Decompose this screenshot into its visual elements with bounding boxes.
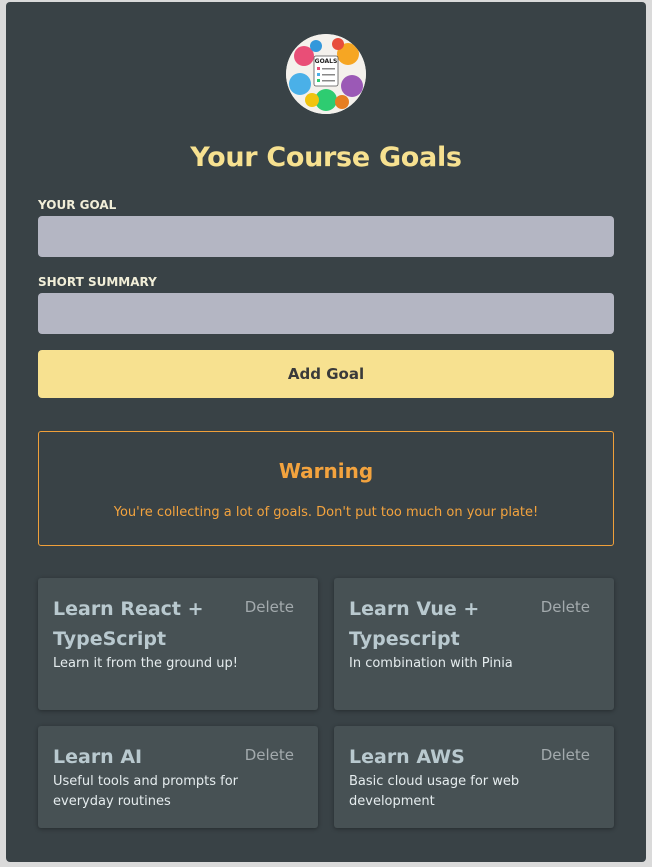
svg-text:GOALS: GOALS [315, 58, 338, 65]
add-goal-button[interactable]: Add Goal [38, 350, 614, 398]
goal-card: Learn React + TypeScript Delete Learn it… [38, 578, 318, 710]
goal-input[interactable] [38, 216, 614, 257]
goal-summary: In combination with Pinia [349, 656, 513, 671]
delete-goal-button[interactable]: Delete [245, 598, 294, 616]
summary-field-label: SHORT SUMMARY [38, 275, 157, 289]
summary-input[interactable] [38, 293, 614, 334]
delete-goal-button[interactable]: Delete [541, 598, 590, 616]
goal-title: Learn AI [53, 746, 143, 768]
goal-field-label: YOUR GOAL [38, 198, 117, 212]
goal-title: Learn AWS [349, 746, 465, 768]
goal-card: Learn AI Delete Useful tools and prompts… [38, 726, 318, 828]
goal-summary: Learn it from the ground up! [53, 656, 238, 671]
goal-card: Learn AWS Delete Basic cloud usage for w… [334, 726, 614, 828]
goal-card: Learn Vue + Typescript Delete In combina… [334, 578, 614, 710]
delete-goal-button[interactable]: Delete [245, 746, 294, 764]
goal-summary: Basic cloud usage for web development [349, 774, 520, 809]
goal-title: Learn Vue + Typescript [349, 598, 480, 650]
warning-box: Warning You're collecting a lot of goals… [38, 431, 614, 546]
delete-goal-button[interactable]: Delete [541, 746, 590, 764]
goal-title: Learn React + TypeScript [53, 598, 204, 650]
warning-title: Warning [278, 459, 374, 483]
page-title: Your Course Goals [190, 142, 462, 173]
app-container: GOALS Your Course Goals YOUR GOAL SHORT … [6, 2, 646, 862]
warning-message: You're collecting a lot of goals. Don't … [113, 505, 539, 520]
goals-logo-image: GOALS [286, 34, 366, 114]
goal-summary: Useful tools and prompts for everyday ro… [53, 774, 239, 809]
